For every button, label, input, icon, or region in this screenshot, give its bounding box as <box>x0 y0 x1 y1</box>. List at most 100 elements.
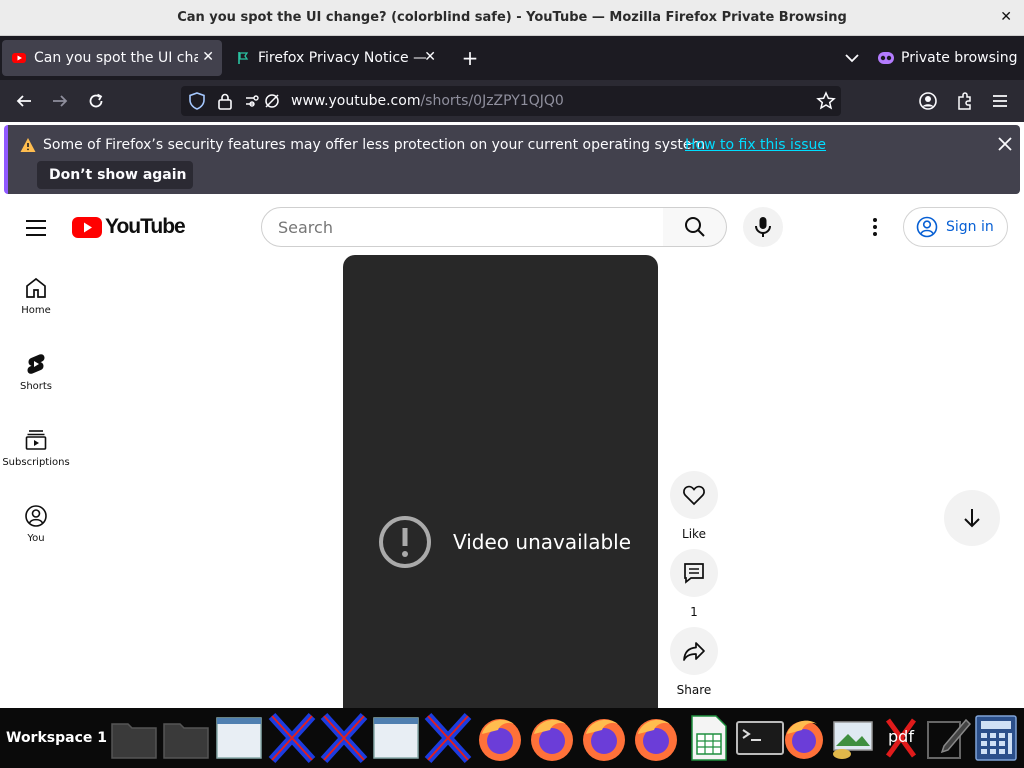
firefox-icon[interactable] <box>578 712 630 764</box>
close-icon[interactable] <box>996 135 1014 153</box>
voice-search-button[interactable] <box>743 207 783 247</box>
account-icon[interactable] <box>918 91 938 111</box>
youtube-icon <box>12 53 26 63</box>
comments-button[interactable] <box>670 549 718 597</box>
new-tab-button[interactable]: + <box>460 46 480 70</box>
window-icon[interactable] <box>370 712 422 764</box>
heart-icon <box>683 485 705 506</box>
microphone-icon <box>755 217 771 237</box>
forward-arrow-icon <box>53 95 68 107</box>
firefox-icon[interactable] <box>630 712 682 764</box>
firefox-icon[interactable] <box>474 712 526 764</box>
guide-item-shorts[interactable]: Shorts <box>0 352 72 426</box>
guide-menu-icon[interactable] <box>24 218 48 238</box>
bookmark-star-icon[interactable] <box>816 91 836 111</box>
tab-youtube[interactable]: Can you spot the UI change? (colorblind … <box>2 40 222 76</box>
private-browsing-label: Private browsing <box>901 50 1018 66</box>
guide-item-home[interactable]: Home <box>0 276 72 350</box>
firefox-icon[interactable] <box>778 712 830 764</box>
shorts-player[interactable]: Video unavailable <box>343 255 658 715</box>
video-unavailable-message: Video unavailable <box>453 530 632 554</box>
like-action[interactable]: Like <box>669 471 719 541</box>
reload-icon <box>89 93 103 108</box>
youtube-logo[interactable]: YouTube <box>72 215 186 238</box>
comments-count: 1 <box>690 605 698 619</box>
list-all-tabs-icon[interactable] <box>842 48 862 68</box>
security-notification-bar: Some of Firefox’s security features may … <box>4 125 1020 194</box>
next-video-button[interactable] <box>944 490 1000 546</box>
x-app-icon[interactable] <box>266 712 318 764</box>
share-label: Share <box>676 683 712 697</box>
dont-show-again-button[interactable]: Don’t show again <box>37 161 193 189</box>
youtube-logo-text: YouTube <box>105 215 186 238</box>
window-close-button[interactable]: ✕ <box>1000 9 1012 25</box>
lock-icon[interactable] <box>217 92 233 110</box>
search-button[interactable] <box>663 207 727 247</box>
tracking-protection-shield-icon[interactable] <box>189 92 205 110</box>
spreadsheet-icon[interactable] <box>682 712 734 764</box>
pdf-label: pdf <box>888 727 914 746</box>
more-vertical-icon <box>873 218 877 236</box>
guide-item-label: You <box>27 533 45 544</box>
search-box <box>261 207 664 247</box>
comments-action[interactable]: 1 <box>669 549 719 619</box>
home-icon <box>26 277 46 298</box>
forward-button[interactable] <box>48 89 72 113</box>
guide-item-label: Shorts <box>19 381 53 392</box>
window-icon[interactable] <box>213 712 265 764</box>
calculator-icon[interactable] <box>970 712 1022 764</box>
reload-button[interactable] <box>84 89 108 113</box>
sign-in-label: Sign in <box>946 219 994 235</box>
settings-menu-button[interactable] <box>863 215 887 239</box>
image-viewer-icon[interactable] <box>826 712 878 764</box>
guide-item-subscriptions[interactable]: Subscriptions <box>0 428 72 502</box>
guide-item-label: Subscriptions <box>2 457 70 468</box>
how-to-fix-link[interactable]: How to fix this issue <box>685 137 826 153</box>
firefox-icon[interactable] <box>526 712 578 764</box>
url-text[interactable]: www.youtube.com/shorts/0JzZPY1QJQ0 <box>291 93 564 109</box>
sign-in-button[interactable]: Sign in <box>903 207 1008 247</box>
shorts-icon <box>27 354 45 374</box>
share-icon <box>683 642 705 661</box>
window-titlebar: Can you spot the UI change? (colorblind … <box>0 0 1024 36</box>
window-title: Can you spot the UI change? (colorblind … <box>177 10 847 25</box>
folder-icon[interactable] <box>160 712 212 764</box>
private-browsing-indicator: Private browsing <box>878 48 1018 68</box>
private-mask-icon <box>878 52 894 64</box>
back-arrow-icon <box>16 95 31 107</box>
notification-message: Some of Firefox’s security features may … <box>43 137 710 153</box>
tab-label: Can you spot the UI change? (colorblind … <box>34 50 198 66</box>
text-editor-icon[interactable] <box>922 712 974 764</box>
arrow-down-icon <box>964 509 980 528</box>
warning-icon <box>20 138 36 152</box>
like-label: Like <box>682 527 706 541</box>
tab-close-icon[interactable]: ✕ <box>424 49 436 65</box>
tab-close-icon[interactable]: ✕ <box>202 49 214 65</box>
search-input[interactable] <box>278 217 648 237</box>
subscriptions-icon <box>25 430 47 450</box>
permissions-icon[interactable] <box>244 93 282 109</box>
share-button[interactable] <box>670 627 718 675</box>
x-app-icon[interactable] <box>318 712 370 764</box>
tab-strip: Can you spot the UI change? (colorblind … <box>0 36 1024 80</box>
account-circle-icon <box>916 216 938 238</box>
back-button[interactable] <box>12 89 36 113</box>
search-icon <box>684 217 705 237</box>
you-icon <box>25 505 47 527</box>
app-menu-icon[interactable] <box>990 91 1010 111</box>
tab-firefox-privacy[interactable]: Firefox Privacy Notice — Mozilla ✕ <box>226 40 444 76</box>
url-host: www.youtube.com <box>291 93 421 109</box>
url-path: /shorts/0JzZPY1QJQ0 <box>420 93 564 109</box>
folder-icon[interactable] <box>108 712 160 764</box>
like-button[interactable] <box>670 471 718 519</box>
x-app-icon[interactable] <box>422 712 474 764</box>
youtube-logo-icon <box>72 216 102 238</box>
alert-circle-icon <box>379 516 431 568</box>
firefox-privacy-icon <box>238 52 249 64</box>
extensions-puzzle-icon[interactable] <box>955 91 975 111</box>
comment-icon <box>684 563 704 584</box>
share-action[interactable]: Share <box>669 627 719 697</box>
guide-item-you[interactable]: You <box>0 504 72 578</box>
tab-label: Firefox Privacy Notice — Mozilla <box>258 50 426 66</box>
workspace-switcher[interactable]: Workspace 1 <box>6 730 107 746</box>
